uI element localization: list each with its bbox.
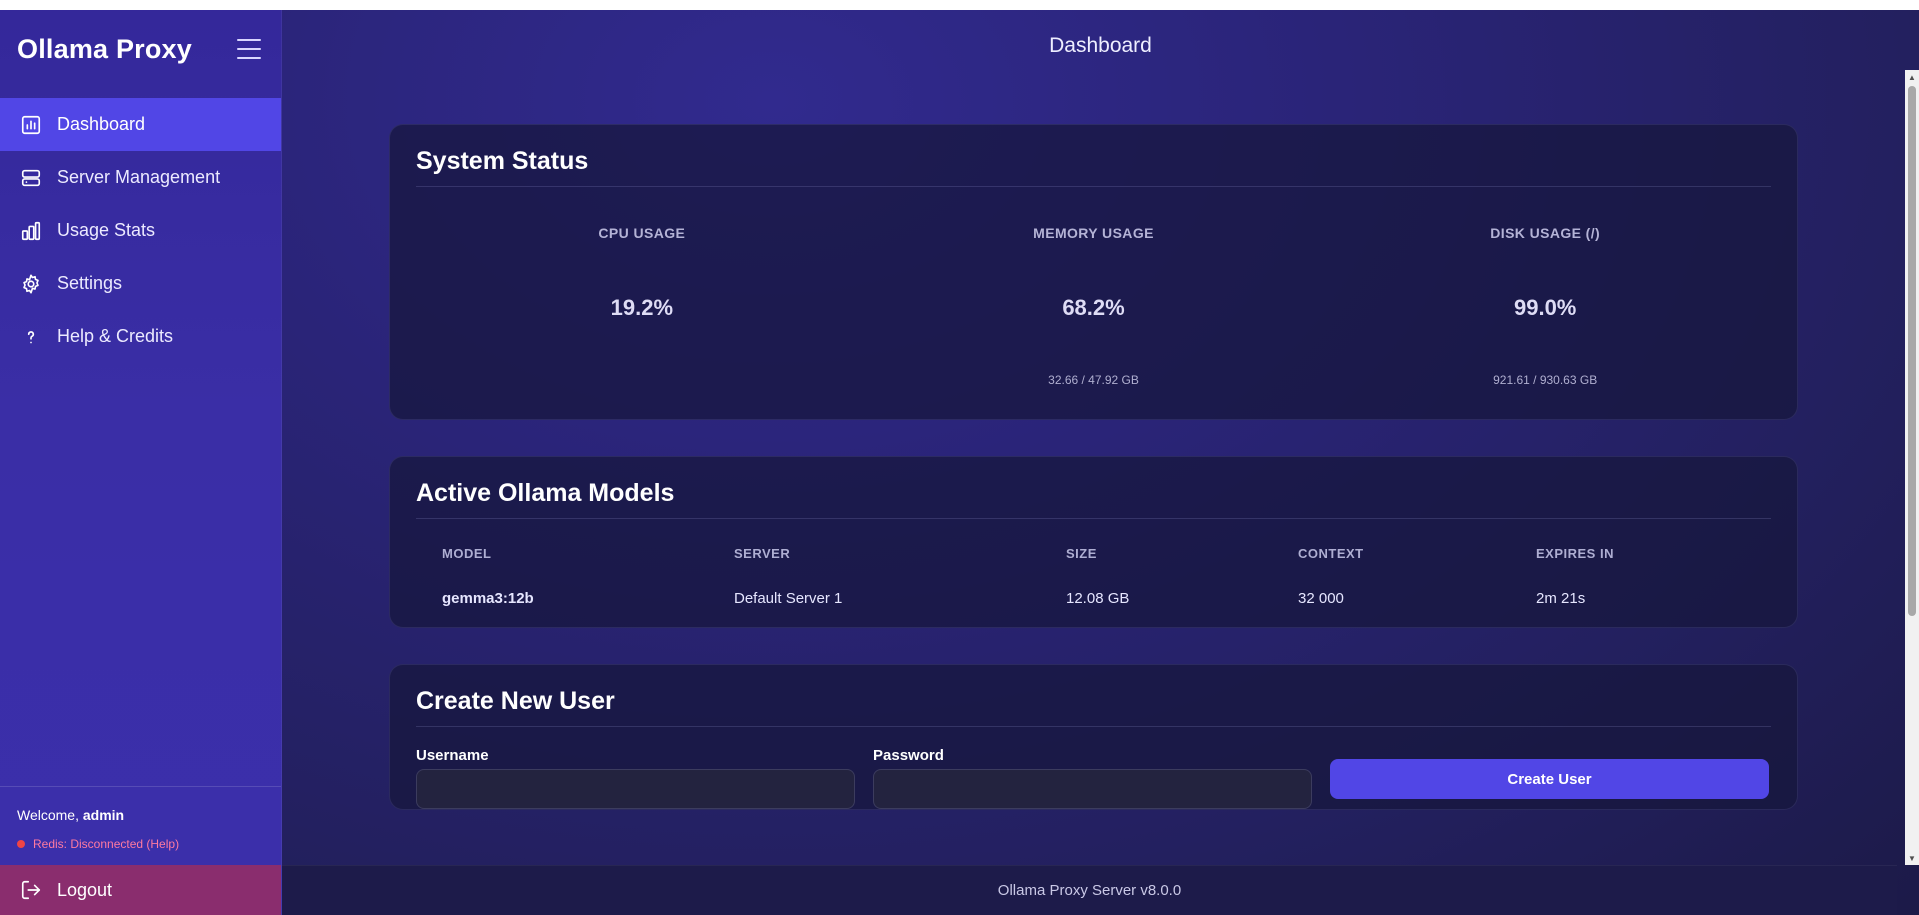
welcome-text: Welcome, admin <box>17 807 264 823</box>
stat-value: 99.0% <box>1513 295 1577 320</box>
sidebar-item-dashboard[interactable]: Dashboard <box>0 98 281 151</box>
table-header-row: MODEL SERVER SIZE CONTEXT EXPIRES IN <box>416 531 1771 575</box>
sidebar-item-settings[interactable]: Settings <box>0 257 281 310</box>
stat-detail: 921.61 / 930.63 GB <box>1493 373 1598 387</box>
sidebar-footer: Welcome, admin Redis: Disconnected (Help… <box>0 786 281 915</box>
sidebar-item-server-management[interactable]: Server Management <box>0 151 281 204</box>
password-input[interactable] <box>873 769 1312 809</box>
sidebar-item-label: Help & Credits <box>57 326 174 346</box>
server-icon <box>20 167 42 189</box>
stat-label: CPU USAGE <box>598 225 686 241</box>
sidebar-item-label: Settings <box>57 273 123 293</box>
logout-button[interactable]: Logout <box>0 865 281 915</box>
gear-icon <box>20 273 42 295</box>
stat-label: MEMORY USAGE <box>1033 225 1154 241</box>
status-grid: CPU USAGE 19.2% MEMORY USAGE 68.2% 32.66… <box>416 187 1771 419</box>
model-context: 32 000 <box>1298 589 1344 607</box>
column-header-model: MODEL <box>442 545 492 561</box>
hamburger-icon[interactable] <box>237 39 261 59</box>
redis-status[interactable]: Redis: Disconnected (Help) <box>17 837 264 851</box>
system-status-title: System Status <box>416 147 1771 187</box>
username-input[interactable] <box>416 769 855 809</box>
sidebar-item-label: Usage Stats <box>57 220 156 240</box>
brand-title: Ollama Proxy <box>17 33 192 64</box>
footer-text: Ollama Proxy Server v8.0.0 <box>997 882 1182 899</box>
vertical-scrollbar[interactable]: ▲ ▼ <box>1905 70 1919 865</box>
stat-value: 68.2% <box>1062 295 1125 320</box>
models-table: MODEL SERVER SIZE CONTEXT EXPIRES IN gem… <box>416 531 1771 627</box>
model-name: gemma3:12b <box>442 589 534 607</box>
topbar: Dashboard <box>282 10 1919 82</box>
stat-label: DISK USAGE (/) <box>1490 225 1601 241</box>
username-group: Username <box>416 747 855 809</box>
stat-detail: 32.66 / 47.92 GB <box>1048 373 1139 387</box>
cpu-usage-stat: CPU USAGE 19.2% <box>416 187 868 419</box>
memory-usage-stat: MEMORY USAGE 68.2% 32.66 / 47.92 GB <box>868 187 1320 419</box>
brand-header: Ollama Proxy <box>0 10 281 88</box>
user-info: Welcome, admin Redis: Disconnected (Help… <box>0 786 281 865</box>
disk-usage-stat: DISK USAGE (/) 99.0% 921.61 / 930.63 GB <box>1319 187 1771 419</box>
create-user-button[interactable]: Create User <box>1330 759 1769 799</box>
sidebar: Ollama Proxy Dashboard Server Management <box>0 10 282 915</box>
model-expires: 2m 21s <box>1536 589 1586 607</box>
username-label: Username <box>416 747 489 764</box>
welcome-prefix: Welcome, <box>17 807 79 823</box>
bar-chart-icon <box>20 220 42 242</box>
page-footer: Ollama Proxy Server v8.0.0 <box>282 865 1897 915</box>
main-content: Dashboard System Status CPU USAGE 19.2% … <box>282 10 1919 915</box>
page-title: Dashboard <box>1049 34 1152 57</box>
create-user-card: Create New User Username Password Create… <box>389 664 1798 810</box>
column-header-expires: EXPIRES IN <box>1536 545 1614 561</box>
column-header-server: SERVER <box>734 545 791 561</box>
scroll-down-icon[interactable]: ▼ <box>1905 851 1919 865</box>
create-user-title: Create New User <box>416 687 1771 727</box>
sidebar-item-label: Dashboard <box>57 114 146 134</box>
status-dot-icon <box>17 840 25 848</box>
sidebar-item-label: Server Management <box>57 167 221 187</box>
help-icon <box>20 326 42 348</box>
app-window: Ollama Proxy Dashboard Server Management <box>0 10 1919 915</box>
password-label: Password <box>873 747 944 764</box>
sidebar-item-help-credits[interactable]: Help & Credits <box>0 310 281 363</box>
dashboard-icon <box>20 114 42 136</box>
scrollbar-thumb[interactable] <box>1908 86 1916 616</box>
redis-status-text: Redis: Disconnected (Help) <box>33 837 180 851</box>
system-status-card: System Status CPU USAGE 19.2% MEMORY USA… <box>389 124 1798 420</box>
scroll-up-icon[interactable]: ▲ <box>1905 70 1919 84</box>
active-models-card: Active Ollama Models MODEL SERVER SIZE C… <box>389 456 1798 628</box>
sidebar-nav: Dashboard Server Management Usage Stats … <box>0 98 281 363</box>
column-header-context: CONTEXT <box>1298 545 1364 561</box>
column-header-size: SIZE <box>1066 545 1097 561</box>
password-group: Password <box>873 747 1312 809</box>
logout-icon <box>20 879 42 901</box>
model-server: Default Server 1 <box>734 589 843 607</box>
username: admin <box>82 807 125 823</box>
stat-value: 19.2% <box>610 295 674 320</box>
sidebar-item-usage-stats[interactable]: Usage Stats <box>0 204 281 257</box>
model-size: 12.08 GB <box>1066 589 1130 607</box>
active-models-title: Active Ollama Models <box>416 479 1771 519</box>
create-user-form: Username Password Create User <box>416 747 1771 809</box>
table-row: gemma3:12b Default Server 1 12.08 GB 32 … <box>416 575 1771 627</box>
dashboard-content: System Status CPU USAGE 19.2% MEMORY USA… <box>389 124 1798 846</box>
logout-label: Logout <box>57 879 113 900</box>
